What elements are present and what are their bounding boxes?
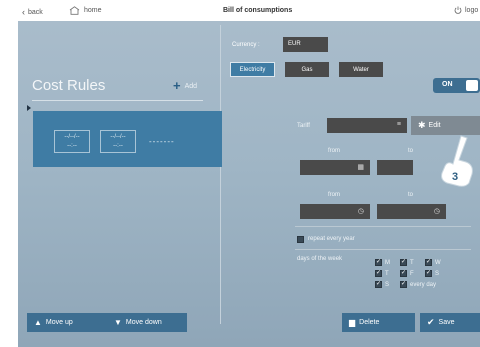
triangle-up-icon: ▲	[34, 318, 42, 327]
day-wednesday[interactable]: ✓ W	[425, 259, 441, 266]
move-down-button[interactable]: ▼ Move down	[107, 313, 187, 332]
add-label: Add	[184, 82, 198, 90]
tab-gas[interactable]: Gas	[285, 62, 329, 77]
separator	[295, 249, 471, 250]
from-label-1: from	[328, 148, 340, 154]
to-time-field[interactable]: ◷	[377, 204, 446, 219]
logout-button[interactable]: logo	[454, 6, 478, 14]
toggle-knob	[466, 80, 478, 91]
chevron-left-icon: ‹	[22, 7, 25, 17]
check-icon: ✓	[425, 270, 432, 277]
separator	[295, 226, 471, 227]
trash-icon: ▆	[349, 318, 356, 327]
heading-underline	[32, 100, 203, 101]
tab-electricity[interactable]: Electricity	[230, 62, 275, 77]
day-saturday[interactable]: ✓ S	[425, 270, 439, 277]
repeat-label: repeat every year	[308, 236, 355, 242]
from-time-field[interactable]: ◷	[300, 204, 370, 219]
day-label: M	[385, 259, 390, 266]
rule-from-date: --/--/--	[64, 134, 80, 140]
tap-hand-icon: 3	[441, 135, 473, 187]
day-every-day[interactable]: ✓ every day	[400, 281, 436, 288]
toggle-label: ON	[442, 81, 453, 88]
day-label: S	[385, 281, 390, 288]
top-bar: ‹ back home Bill of consumptions logo	[0, 0, 480, 21]
home-icon	[69, 6, 80, 15]
cost-rules-heading: Cost Rules	[32, 77, 106, 94]
add-rule-button[interactable]: + Add	[173, 78, 198, 93]
list-icon: ≡	[396, 121, 401, 128]
panel-divider	[220, 25, 221, 324]
rule-to-time: --:--	[113, 143, 123, 149]
tab-water[interactable]: Water	[339, 62, 383, 77]
day-label: T	[410, 259, 414, 266]
check-icon: ✓	[400, 259, 407, 266]
check-icon: ✓	[375, 270, 382, 277]
checkmark-icon: ✔	[427, 317, 435, 327]
back-button[interactable]: ‹ back	[22, 7, 43, 17]
to-label-1: to	[408, 148, 414, 154]
rule-from-box: --/--/-- --:--	[54, 130, 90, 153]
edit-label: Edit	[428, 122, 441, 129]
plus-icon: +	[173, 78, 181, 93]
power-icon	[454, 6, 462, 14]
tariff-label: Tariff	[297, 123, 310, 129]
currency-label: Currency :	[232, 42, 260, 48]
check-icon: ✓	[375, 259, 382, 266]
move-down-label: Move down	[125, 319, 162, 326]
gear-icon: ✱	[418, 120, 426, 130]
home-button[interactable]: home	[69, 6, 102, 15]
to-date-field[interactable]	[377, 160, 413, 175]
day-label: W	[435, 259, 441, 266]
day-label: every day	[410, 281, 437, 288]
day-tuesday[interactable]: ✓ T	[400, 259, 414, 266]
from-label-2: from	[328, 192, 340, 198]
check-icon: ✓	[400, 270, 407, 277]
rule-from-time: --:--	[67, 143, 77, 149]
page-title: Bill of consumptions	[223, 7, 293, 14]
main-panel: Cost Rules + Add --/--/-- --:-- --/--/--…	[18, 21, 480, 347]
cost-rule-card[interactable]: --/--/-- --:-- --/--/-- --:-- -------	[33, 111, 222, 167]
move-up-label: Move up	[45, 319, 73, 326]
to-label-2: to	[408, 192, 414, 198]
delete-label: Delete	[359, 319, 380, 326]
from-date-field[interactable]: ▦	[300, 160, 370, 175]
move-up-button[interactable]: ▲ Move up	[27, 313, 107, 332]
days-of-week-label: days of the week	[297, 256, 343, 262]
day-label: S	[435, 270, 440, 277]
clock-icon: ◷	[433, 208, 440, 215]
currency-field[interactable]: EUR	[283, 37, 328, 52]
check-icon: ✓	[375, 281, 382, 288]
delete-button[interactable]: ▆ Delete	[342, 313, 415, 332]
save-label: Save	[438, 319, 455, 326]
check-icon: ✓	[425, 259, 432, 266]
rule-to-box: --/--/-- --:--	[100, 130, 136, 153]
tariff-field[interactable]: ≡	[327, 118, 407, 133]
home-label: home	[84, 7, 102, 14]
calendar-icon: ▦	[357, 164, 364, 171]
day-label: F	[410, 270, 414, 277]
logout-label: logo	[465, 6, 479, 14]
step-badge: 3	[452, 171, 458, 183]
day-friday[interactable]: ✓ F	[400, 270, 414, 277]
day-label: T	[385, 270, 389, 277]
day-sunday[interactable]: ✓ S	[375, 281, 389, 288]
check-icon: ✓	[400, 281, 407, 288]
day-monday[interactable]: ✓ M	[375, 259, 390, 266]
day-thursday[interactable]: ✓ T	[375, 270, 389, 277]
rule-to-date: --/--/--	[110, 134, 126, 140]
triangle-down-icon: ▼	[114, 318, 122, 327]
selection-marker-icon	[27, 105, 31, 111]
repeat-checkbox[interactable]	[297, 236, 304, 243]
save-button[interactable]: ✔ Save	[420, 313, 480, 332]
clock-icon: ◷	[357, 208, 364, 215]
on-off-toggle[interactable]: ON	[433, 78, 480, 93]
rule-tariff-placeholder: -------	[149, 137, 175, 146]
back-label: back	[28, 8, 43, 16]
